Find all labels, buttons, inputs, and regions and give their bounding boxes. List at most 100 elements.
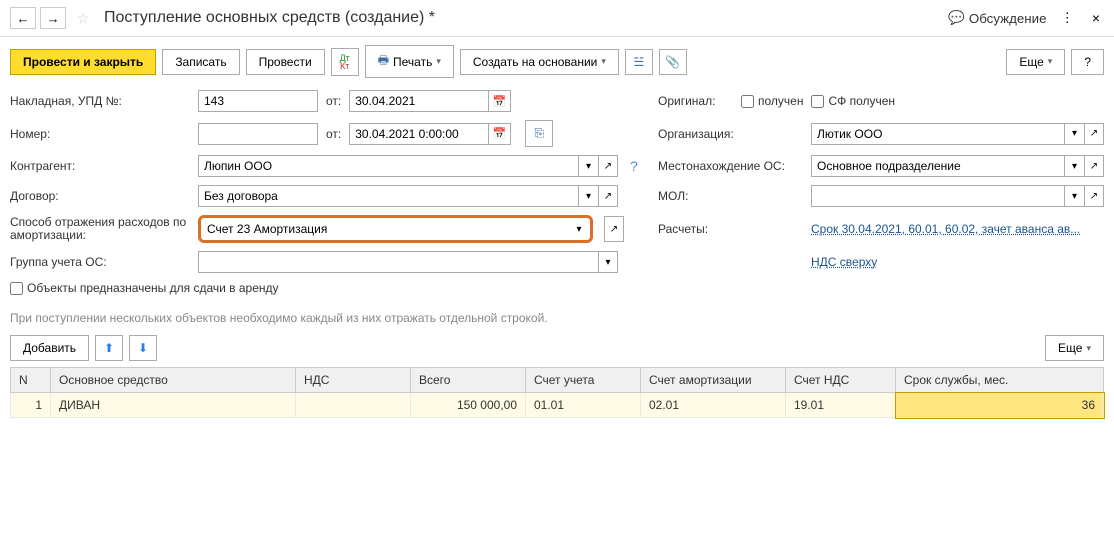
main-toolbar: Провести и закрыть Записать Провести ДтК… xyxy=(0,37,1114,86)
mol-open[interactable]: ↗ xyxy=(1084,185,1104,207)
mol-dropdown[interactable]: ▾ xyxy=(1064,185,1084,207)
invoice-date-calendar[interactable]: 📅 xyxy=(489,90,511,112)
mol-input[interactable] xyxy=(811,185,1064,207)
org-label: Организация: xyxy=(658,127,803,141)
form-area: Накладная, УПД №: от: 📅 Оригинал: получе… xyxy=(0,86,1114,307)
contract-dropdown[interactable]: ▾ xyxy=(578,185,598,207)
post-button[interactable]: Провести xyxy=(246,49,325,75)
contract-input[interactable] xyxy=(198,185,578,207)
col-vat-account[interactable]: Счет НДС xyxy=(786,368,896,393)
dtkt-icon: ДтКт xyxy=(340,54,350,70)
cell-amort-account[interactable]: 02.01 xyxy=(641,393,786,418)
from-label-1: от: xyxy=(326,94,341,108)
number-input[interactable] xyxy=(198,123,318,145)
counterparty-hint-icon[interactable]: ? xyxy=(630,158,638,174)
move-up-button[interactable]: ⬆ xyxy=(95,335,123,361)
cell-account[interactable]: 01.01 xyxy=(526,393,641,418)
table-more-button[interactable]: Еще xyxy=(1045,335,1104,361)
group-dropdown[interactable]: ▾ xyxy=(598,251,618,273)
amort-label: Способ отражения расходов по амортизации… xyxy=(10,216,190,242)
received-label: получен xyxy=(758,94,803,108)
discuss-label: Обсуждение xyxy=(969,11,1047,26)
sf-received-checkbox[interactable] xyxy=(811,95,824,108)
sf-received-checkbox-wrap[interactable]: СФ получен xyxy=(811,94,895,108)
table-header-row: N Основное средство НДС Всего Счет учета… xyxy=(11,368,1104,393)
received-checkbox[interactable] xyxy=(741,95,754,108)
table-toolbar: Добавить ⬆ ⬇ Еще xyxy=(0,329,1114,367)
amort-dropdown[interactable]: ▾ xyxy=(569,219,589,239)
counterparty-open[interactable]: ↗ xyxy=(598,155,618,177)
col-asset[interactable]: Основное средство xyxy=(51,368,296,393)
move-down-button[interactable]: ⬇ xyxy=(129,335,157,361)
calendar-icon: 📅 xyxy=(493,95,507,108)
number-date-calendar[interactable]: 📅 xyxy=(489,123,511,145)
counterparty-label: Контрагент: xyxy=(10,159,190,173)
amort-input[interactable] xyxy=(202,219,569,239)
group-input[interactable] xyxy=(198,251,598,273)
write-button[interactable]: Записать xyxy=(162,49,239,75)
cell-total[interactable]: 150 000,00 xyxy=(411,393,526,418)
add-row-button[interactable]: Добавить xyxy=(10,335,89,361)
col-amort-account[interactable]: Счет амортизации xyxy=(641,368,786,393)
amort-highlight: ▾ xyxy=(198,215,593,243)
back-button[interactable]: ← xyxy=(10,7,36,29)
cell-life[interactable]: 36 xyxy=(896,393,1104,418)
calc-label: Расчеты: xyxy=(658,222,803,236)
col-life[interactable]: Срок службы, мес. xyxy=(896,368,1104,393)
number-date-input[interactable] xyxy=(349,123,489,145)
org-input[interactable] xyxy=(811,123,1064,145)
favorite-button[interactable]: ☆ xyxy=(70,7,96,29)
calendar-icon: 📅 xyxy=(493,127,507,140)
post-and-close-button[interactable]: Провести и закрыть xyxy=(10,49,156,75)
arrow-down-icon: ⬇ xyxy=(138,341,148,355)
number-label: Номер: xyxy=(10,127,190,141)
cell-asset[interactable]: ДИВАН xyxy=(51,393,296,418)
forward-button[interactable]: → xyxy=(40,7,66,29)
col-vat[interactable]: НДС xyxy=(296,368,411,393)
invoice-number-input[interactable] xyxy=(198,90,318,112)
from-label-2: от: xyxy=(326,127,341,141)
more-button[interactable]: Еще xyxy=(1006,49,1065,75)
structure-button[interactable]: ☱ xyxy=(625,49,653,75)
org-dropdown[interactable]: ▾ xyxy=(1064,123,1084,145)
arrow-up-icon: ⬆ xyxy=(104,341,114,355)
location-open[interactable]: ↗ xyxy=(1084,155,1104,177)
page-title: Поступление основных средств (создание) … xyxy=(104,9,948,27)
table-row[interactable]: 1 ДИВАН 150 000,00 01.01 02.01 19.01 36 xyxy=(11,393,1104,418)
original-label: Оригинал: xyxy=(658,94,733,108)
discuss-button[interactable]: 💬 Обсуждение xyxy=(948,10,1046,26)
attach-button[interactable]: 📎 xyxy=(659,49,687,75)
help-button[interactable]: ? xyxy=(1071,49,1104,75)
create-based-button[interactable]: Создать на основании xyxy=(460,49,619,75)
invoice-date-input[interactable] xyxy=(349,90,489,112)
col-n[interactable]: N xyxy=(11,368,51,393)
copy-icon: ⎘ xyxy=(534,126,544,141)
location-input[interactable] xyxy=(811,155,1064,177)
org-open[interactable]: ↗ xyxy=(1084,123,1104,145)
received-checkbox-wrap[interactable]: получен xyxy=(741,94,803,108)
rent-checkbox-wrap[interactable]: Объекты предназначены для сдачи в аренду xyxy=(10,281,279,295)
copy-date-button[interactable]: ⎘ xyxy=(525,120,553,147)
tree-icon: ☱ xyxy=(634,55,645,69)
vat-link[interactable]: НДС сверху xyxy=(811,255,877,269)
counterparty-dropdown[interactable]: ▾ xyxy=(578,155,598,177)
contract-open[interactable]: ↗ xyxy=(598,185,618,207)
col-total[interactable]: Всего xyxy=(411,368,526,393)
location-label: Местонахождение ОС: xyxy=(658,159,803,173)
close-button[interactable]: × xyxy=(1088,6,1104,30)
print-button[interactable]: 🖶 Печать xyxy=(365,45,454,78)
amort-open[interactable]: ↗ xyxy=(604,216,624,242)
location-dropdown[interactable]: ▾ xyxy=(1064,155,1084,177)
info-text: При поступлении нескольких объектов необ… xyxy=(0,307,1114,329)
more-menu-button[interactable]: ⋮ xyxy=(1056,6,1077,30)
cell-n[interactable]: 1 xyxy=(11,393,51,418)
dtkt-button[interactable]: ДтКт xyxy=(331,48,359,76)
cell-vat[interactable] xyxy=(296,393,411,418)
assets-table: N Основное средство НДС Всего Счет учета… xyxy=(10,367,1104,418)
cell-vat-account[interactable]: 19.01 xyxy=(786,393,896,418)
counterparty-input[interactable] xyxy=(198,155,578,177)
col-account[interactable]: Счет учета xyxy=(526,368,641,393)
rent-label: Объекты предназначены для сдачи в аренду xyxy=(27,281,279,295)
rent-checkbox[interactable] xyxy=(10,282,23,295)
calc-link[interactable]: Срок 30.04.2021, 60.01, 60.02, зачет ава… xyxy=(811,222,1080,236)
